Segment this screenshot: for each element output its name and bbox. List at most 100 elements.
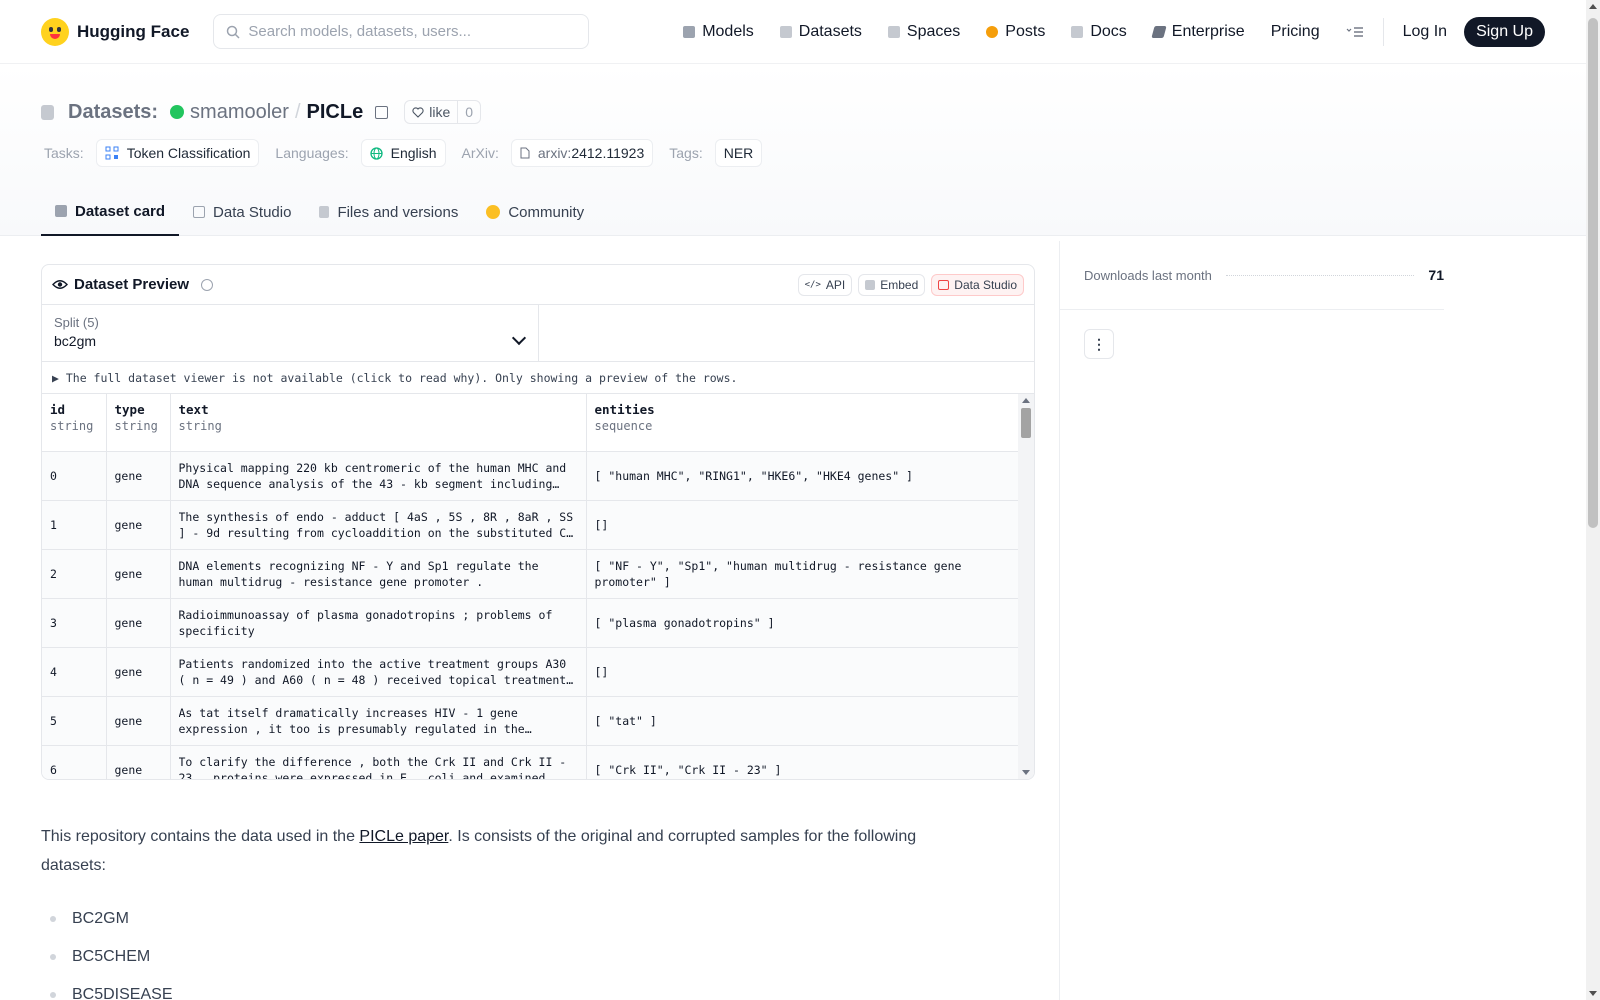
tab-dataset-card[interactable]: Dataset card [41, 188, 180, 236]
cell-text-value: To clarify the difference , both the Crk… [178, 754, 567, 780]
nav-item-docs[interactable]: Docs [1058, 23, 1139, 41]
tab-files-and-versions[interactable]: Files and versions [305, 188, 472, 236]
search-input[interactable]: Search models, datasets, users... [213, 14, 590, 49]
preview-header: Dataset Preview </> API Embed Data Studio [42, 265, 1034, 305]
table-row[interactable]: 0 gene Physical mapping 220 kb centromeric… [42, 451, 1021, 501]
copy-icon[interactable] [375, 105, 389, 119]
nav-item-models[interactable]: Models [670, 23, 767, 41]
nav-item-enterprise[interactable]: Enterprise [1140, 23, 1258, 41]
table-icon [193, 206, 206, 218]
brand-logo[interactable]: Hugging Face [41, 17, 189, 46]
arxiv-chip[interactable]: arxiv:2412.11923 [510, 139, 654, 167]
tag-label: NER [723, 145, 754, 161]
repo-name[interactable]: PICLe [307, 101, 364, 124]
page-scrollbar-thumb[interactable] [1588, 18, 1598, 528]
database-icon [41, 104, 54, 120]
cell-entities: [] [586, 647, 1021, 697]
login-label: Log In [1402, 22, 1448, 40]
table-scrollbar[interactable] [1018, 394, 1034, 779]
split-select[interactable]: Split (5) bc2gm [42, 305, 539, 361]
scroll-down-icon[interactable] [1589, 991, 1597, 996]
column-header-id[interactable]: id string [42, 394, 107, 452]
tab-data-studio[interactable]: Data Studio [179, 188, 305, 236]
nav-item-spaces[interactable]: Spaces [875, 23, 973, 41]
scroll-up-icon[interactable] [1589, 4, 1597, 9]
database-icon [779, 25, 792, 38]
viewer-notice[interactable]: ▶ The full dataset viewer is not availab… [42, 362, 1034, 394]
downloads-value: 71 [1428, 267, 1444, 283]
search-placeholder: Search models, datasets, users... [248, 23, 472, 40]
table-row[interactable]: 1 gene The synthesis of endo - adduct [ 4a… [42, 500, 1021, 550]
repo-header: Datasets: smamooler / PICLe like 0 Tasks… [0, 64, 1586, 236]
data-studio-button[interactable]: Data Studio [931, 273, 1024, 296]
embed-button[interactable]: Embed [858, 273, 926, 296]
community-icon [486, 205, 501, 219]
like-button[interactable]: like 0 [404, 100, 482, 124]
info-icon[interactable] [201, 278, 214, 291]
cell-entities: [ "plasma gonadotropins" ] [586, 598, 1021, 648]
cell-text-value: Physical mapping 220 kb centromeric of t… [178, 460, 567, 491]
cell-id: 6 [42, 745, 107, 779]
arxiv-label: ArXiv: [461, 145, 499, 161]
table-row[interactable]: 6 gene To clarify the difference , both th… [42, 745, 1021, 780]
cell-id: 2 [42, 549, 107, 599]
more-menu-button[interactable] [1333, 26, 1377, 38]
scrollbar-thumb[interactable] [1021, 408, 1031, 438]
table-row[interactable]: 3 gene Radioimmunoassay of plasma gonadotr… [42, 598, 1021, 648]
like-count: 0 [465, 104, 474, 120]
dataset-list: BC2GM BC5CHEM BC5DISEASE [50, 900, 172, 1000]
column-header-type[interactable]: type string [106, 394, 171, 452]
cell-id: 3 [42, 598, 107, 648]
nav-item-pricing[interactable]: Pricing [1258, 23, 1333, 41]
task-chip[interactable]: Token Classification [95, 139, 260, 167]
tasks-label: Tasks: [44, 145, 84, 161]
column-header-text[interactable]: text string [170, 394, 587, 452]
column-header-entities[interactable]: entities sequence [586, 394, 1021, 452]
dataset-preview: Dataset Preview </> API Embed Data Studio… [41, 264, 1035, 780]
nav-item-posts[interactable]: Posts [973, 23, 1058, 41]
scroll-up-icon[interactable] [1022, 398, 1030, 403]
nav-item-label: Spaces [906, 22, 961, 40]
downloads-stat: Downloads last month 71 [1084, 267, 1444, 283]
tab-community[interactable]: Community [472, 188, 598, 236]
cell-id: 1 [42, 500, 107, 550]
cell-text: The synthesis of endo - adduct [ 4aS , 5… [170, 500, 587, 550]
table-icon [938, 279, 950, 290]
nav-item-datasets[interactable]: Datasets [767, 23, 875, 41]
cell-text: Physical mapping 220 kb centromeric of t… [170, 451, 587, 501]
chat-icon [986, 25, 999, 38]
login-link[interactable]: Log In [1390, 23, 1460, 41]
globe-icon [369, 146, 383, 160]
nav-item-label: Datasets [798, 22, 862, 40]
picle-paper-link[interactable]: PICLe paper [359, 828, 448, 845]
split-label: Split (5) [54, 315, 99, 330]
api-button[interactable]: </> API [797, 273, 853, 296]
table-row[interactable]: 4 gene Patients randomized into the active… [42, 647, 1021, 697]
cell-id: 0 [42, 451, 107, 501]
tab-label: Files and versions [337, 203, 459, 221]
nav-divider [1382, 17, 1384, 46]
owner-link[interactable]: smamooler [190, 101, 289, 124]
signup-button[interactable]: Sign Up [1464, 16, 1545, 47]
task-label: Token Classification [126, 145, 251, 161]
cell-type: gene [106, 647, 171, 697]
data-studio-label: Data Studio [954, 277, 1017, 292]
language-chip[interactable]: English [360, 139, 446, 167]
section-label[interactable]: Datasets: [68, 101, 158, 124]
cell-entities-value: [] [594, 517, 609, 532]
column-type: string [50, 419, 94, 433]
tag-chip[interactable]: NER [714, 139, 763, 167]
page-scrollbar[interactable] [1586, 0, 1600, 1000]
cell-text-value: Radioimmunoassay of plasma gonadotropins… [178, 607, 553, 638]
enterprise-icon [1151, 25, 1167, 38]
column-name: entities [594, 402, 655, 417]
scroll-down-icon[interactable] [1022, 770, 1030, 775]
nav-item-label: Pricing [1270, 22, 1320, 40]
more-options-button[interactable]: ⋮ [1084, 329, 1114, 359]
table-row[interactable]: 5 gene As tat itself dramatically increase… [42, 696, 1021, 746]
column-type: string [114, 419, 158, 433]
cell-entities-value: [ "human MHC", "RING1", "HKE6", "HKE4 ge… [594, 468, 914, 483]
heart-icon [412, 106, 424, 118]
table-row[interactable]: 2 gene DNA elements recognizing NF - Y and… [42, 549, 1021, 599]
nav-item-label: Enterprise [1171, 22, 1245, 40]
